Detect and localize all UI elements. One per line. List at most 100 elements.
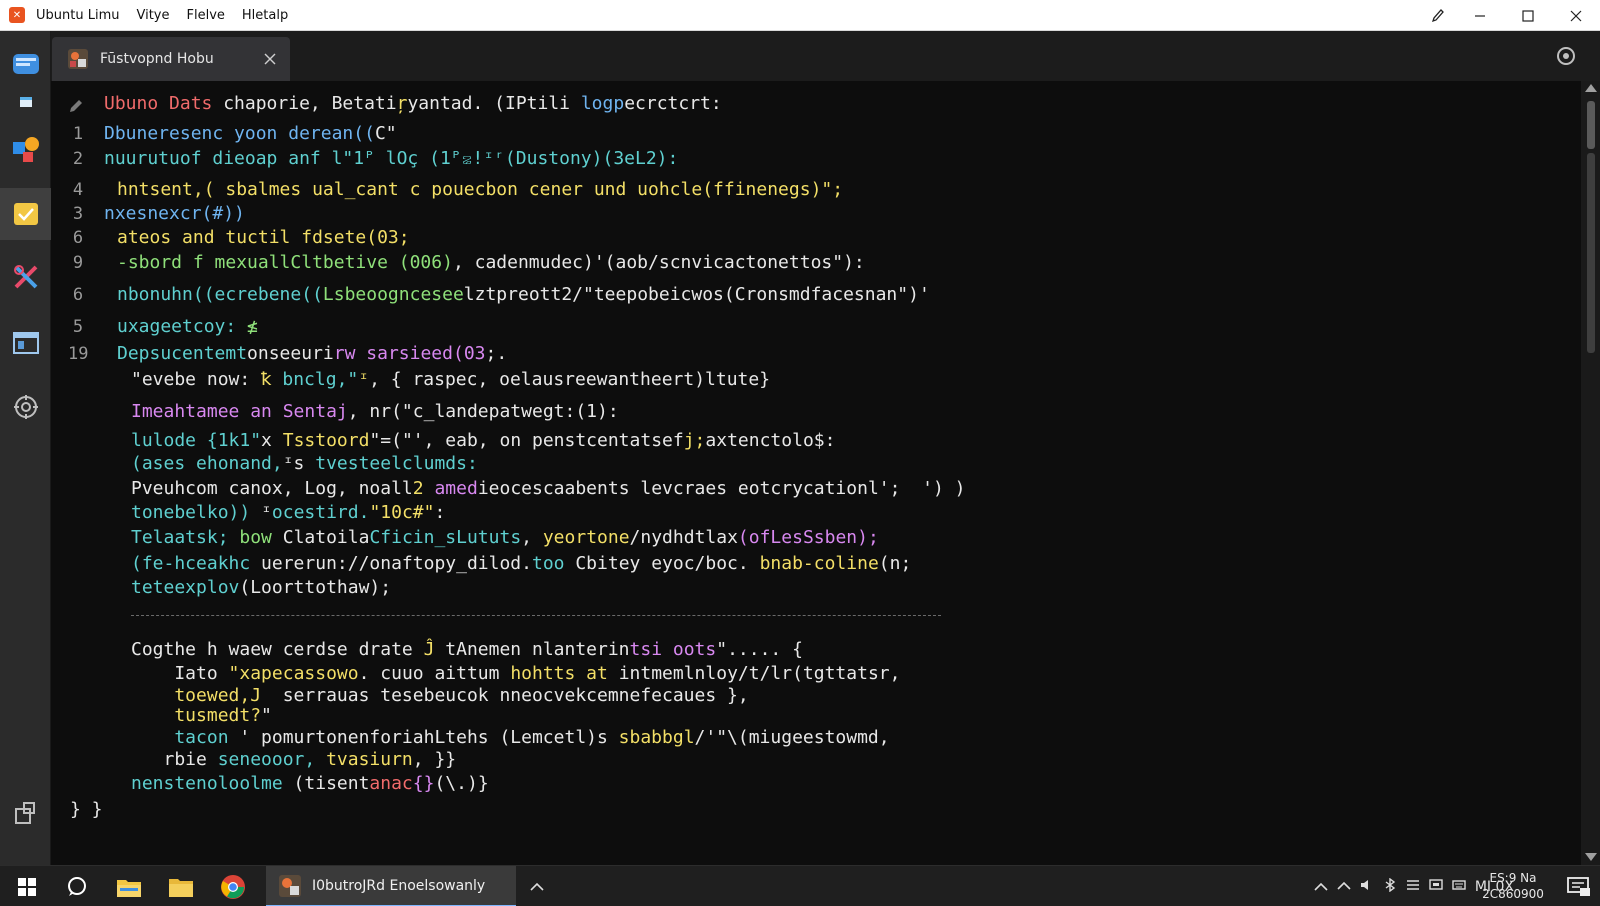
code-line[interactable]: Depsucentemtonseeurirw sarsieed(03;. bbox=[117, 343, 507, 365]
code-editor[interactable]: Ubuno Dats chaporie, Betatiŗyantad. (IPt… bbox=[51, 81, 1581, 865]
code-token: intmemlnloy/t/lr(tgttatsr, bbox=[607, 663, 901, 684]
code-token: x bbox=[261, 430, 283, 451]
scroll-down-arrow-icon[interactable] bbox=[1585, 853, 1597, 861]
code-line[interactable]: tacon ' pomurtonenforiahLtehs (Lemcetl)s… bbox=[131, 727, 889, 749]
folder-icon[interactable] bbox=[160, 866, 202, 906]
chrome-icon[interactable] bbox=[212, 866, 254, 906]
code-token: Lsbeoogncesee bbox=[322, 284, 464, 305]
code-token: rbie bbox=[131, 749, 218, 770]
code-token: too bbox=[531, 553, 576, 574]
tray-list-icon[interactable] bbox=[1406, 878, 1420, 892]
taskbar-app-icon bbox=[279, 874, 301, 897]
code-token: Cbitey eyoc/boc. bbox=[575, 553, 760, 574]
code-line[interactable]: (fe-hceakhc uererun://onaftopy_dilod.too… bbox=[131, 553, 911, 575]
refresh-icon[interactable] bbox=[1554, 44, 1578, 68]
pen-icon[interactable] bbox=[1426, 0, 1450, 31]
code-token: Depsucentemt bbox=[117, 343, 248, 364]
code-token: nbonuhn((ecrebene(( bbox=[117, 284, 323, 305]
tray-network-icon[interactable] bbox=[1337, 881, 1351, 891]
launcher-shapes-icon[interactable] bbox=[0, 124, 51, 176]
scroll-up-arrow-icon[interactable] bbox=[1585, 84, 1597, 92]
launcher-settings-icon[interactable] bbox=[0, 381, 51, 433]
tray-bluetooth-icon[interactable] bbox=[1383, 877, 1397, 892]
code-line[interactable]: hntsent,( sbalmes ual_cant c pouecbon ce… bbox=[117, 179, 843, 201]
code-line[interactable]: Imeahtamee an Sentaj, nr("c_landepatwegt… bbox=[131, 401, 619, 423]
menu-item-2[interactable]: Flelve bbox=[187, 8, 225, 23]
code-token: Ĵ bbox=[423, 639, 435, 660]
line-number: 9 bbox=[72, 253, 84, 273]
tray-volume-icon[interactable] bbox=[1360, 878, 1374, 892]
code-token: Cficin_sLututs bbox=[369, 527, 522, 548]
code-token: : bbox=[434, 502, 446, 523]
code-line[interactable]: uxageetcoy: ≰ bbox=[117, 316, 258, 338]
code-token: Telaatsk; bbox=[131, 527, 240, 548]
minimize-button[interactable] bbox=[1456, 0, 1504, 31]
taskbar: I0butroJRd Enoelsowanly MI 0X ES:9 Na 2C… bbox=[0, 865, 1600, 906]
code-line[interactable]: teteexplov(Loorttothaw); bbox=[131, 577, 391, 599]
code-token: seneooor, bbox=[217, 749, 327, 770]
code-line[interactable]: "evebe now: ꝁ bnclg,"ᶦ, { raspec, oelaus… bbox=[131, 369, 770, 391]
code-line[interactable]: rbie seneooor, tvasiurn, }} bbox=[131, 749, 457, 771]
menu-item-3[interactable]: Hletalp bbox=[242, 8, 288, 23]
code-token: ocestird. bbox=[271, 502, 370, 523]
code-line[interactable]: nenstenoloolme (tisentanac{}(\.)} bbox=[131, 773, 489, 795]
line-number: 6 bbox=[72, 228, 84, 248]
launcher-tools-icon[interactable] bbox=[0, 251, 51, 303]
code-token: "10c#" bbox=[369, 502, 435, 523]
code-line[interactable]: } } bbox=[70, 799, 103, 821]
code-token: j; bbox=[683, 430, 706, 451]
code-token: yeortone bbox=[542, 527, 630, 548]
scroll-thumb[interactable] bbox=[1587, 101, 1595, 149]
code-token: Ubuno Dats bbox=[104, 93, 213, 114]
tab-active[interactable]: Fūstvopnd Hobu bbox=[52, 37, 290, 81]
code-token: hntsent,( sbalmes ual_cant c pouecbon ce… bbox=[117, 179, 844, 200]
code-line[interactable]: (ases ehonand,ᶦs tvesteelclumds: bbox=[131, 453, 478, 475]
tray-display-icon[interactable] bbox=[1429, 878, 1443, 892]
chevron-up-icon[interactable] bbox=[522, 866, 552, 906]
start-windows-icon[interactable] bbox=[6, 866, 48, 906]
file-explorer-icon[interactable] bbox=[108, 866, 150, 906]
notification-icon[interactable] bbox=[1566, 874, 1592, 900]
code-line[interactable]: Telaatsk; bow ClatoilaCficin_sLututs, ye… bbox=[131, 527, 879, 549]
code-token: ᶦs bbox=[282, 453, 316, 474]
code-token: nuurutuof dieoap anf l"1ᴾ lOç (1ᴾ꤃!ᶦʳ( bbox=[104, 148, 516, 169]
close-button[interactable] bbox=[1552, 0, 1600, 31]
code-token: Dbuneresenc yoon derean(( bbox=[104, 123, 375, 144]
code-token: , nr("c_landepatwegt:(1): bbox=[347, 401, 619, 422]
maximize-button[interactable] bbox=[1504, 0, 1552, 31]
code-line[interactable]: Iato "xapecassowo. cuuo aittum hohtts at… bbox=[131, 663, 900, 685]
menu-item-0[interactable]: Ubuntu Limu bbox=[36, 8, 119, 23]
code-line[interactable]: Cogthe h waew cerdse drate Ĵ tAnemen nla… bbox=[131, 639, 803, 661]
code-line[interactable]: nuurutuof dieoap anf l"1ᴾ lOç (1ᴾ꤃!ᶦʳ(Du… bbox=[104, 148, 678, 170]
code-line[interactable]: nxesnexcr(#)) bbox=[104, 203, 245, 225]
vertical-scrollbar[interactable] bbox=[1581, 81, 1600, 865]
code-token: , { raspec, oelausreewantheert)ltute} bbox=[369, 369, 771, 390]
code-line[interactable]: tonebelko)) ᶦocestird."10c#": bbox=[131, 502, 445, 524]
code-line[interactable]: nbonuhn((ecrebene((Lsbeoognceseelztpreot… bbox=[117, 284, 930, 306]
launcher-extensions-icon[interactable] bbox=[0, 787, 51, 839]
tray-keyboard-icon[interactable] bbox=[1452, 878, 1466, 892]
code-line[interactable]: toewed,J serrauas tesebeucok nneocvekcem… bbox=[131, 685, 748, 707]
code-line[interactable]: Ubuno Dats chaporie, Betatiŗyantad. (IPt… bbox=[104, 93, 722, 115]
tab-close-icon[interactable] bbox=[262, 51, 278, 67]
launcher-small-window-icon[interactable] bbox=[0, 76, 51, 128]
code-token: yantad. (IPtili bbox=[407, 93, 581, 114]
code-line[interactable]: tusmedt?" bbox=[131, 705, 272, 727]
code-token: amed bbox=[434, 478, 478, 499]
menu-item-1[interactable]: Vitye bbox=[136, 8, 169, 23]
launcher-notes-icon[interactable] bbox=[0, 188, 51, 240]
code-line[interactable]: lulode {1k1"x Tsstoord"=("', eab, on pen… bbox=[131, 430, 835, 452]
code-line[interactable]: Pveuhcom canox, Log, noall2 amedieocesca… bbox=[131, 478, 965, 500]
taskbar-active-app[interactable]: I0butroJRd Enoelsowanly bbox=[266, 866, 516, 906]
code-token: tvasiurn bbox=[326, 749, 413, 770]
tray-chevron-icon[interactable] bbox=[1314, 882, 1328, 892]
code-line[interactable]: Dbuneresenc yoon derean((C" bbox=[104, 123, 397, 145]
code-line[interactable]: -sbord f mexuallCltbetive (006), cadenmu… bbox=[117, 252, 865, 274]
taskbar-clock[interactable]: ES:9 Na 2C860900 bbox=[1474, 870, 1552, 902]
code-token: lztpreott2/"teepobeicwos(Cronsmdfacesnan… bbox=[463, 284, 930, 305]
code-token: ᶦ bbox=[358, 369, 370, 390]
search-chat-icon[interactable] bbox=[56, 866, 98, 906]
launcher-window-icon[interactable] bbox=[0, 317, 51, 369]
code-line[interactable]: ateos and tuctil fdsete(03; bbox=[117, 227, 410, 249]
